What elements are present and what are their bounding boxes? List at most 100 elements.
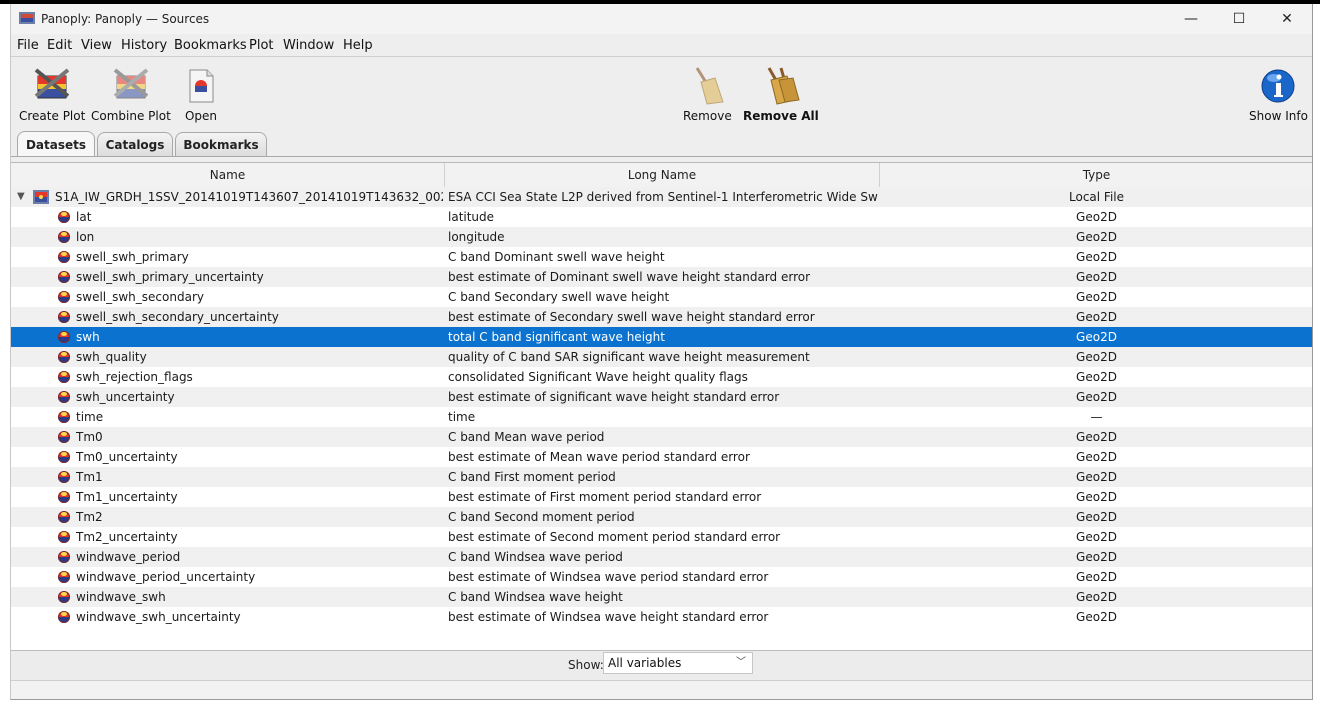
variable-row[interactable]: swh total C band significant wave height G… [11, 327, 1312, 347]
variable-name: windwave_swh [76, 590, 166, 604]
menu-bookmarks[interactable]: Bookmarks [174, 38, 247, 53]
column-header-long-name[interactable]: Long Name [445, 163, 880, 187]
geo-variable-icon [58, 451, 70, 463]
tab-bookmarks[interactable]: Bookmarks [175, 132, 267, 156]
brooms-icon [767, 67, 800, 105]
variable-long-name: best estimate of Windsea wave period sta… [448, 570, 769, 584]
variable-type: Geo2D [1076, 610, 1117, 624]
open-label: Open [184, 109, 218, 123]
tab-datasets[interactable]: Datasets [17, 131, 95, 157]
geo-variable-icon [58, 471, 70, 483]
variable-name: swh_rejection_flags [76, 370, 193, 384]
variable-name: Tm2_uncertainty [76, 530, 178, 544]
dataset-type: Local File [1069, 190, 1124, 204]
variable-long-name: total C band significant wave height [448, 330, 665, 344]
variable-row[interactable]: swh_rejection_flags consolidated Signific… [11, 367, 1312, 387]
tab-catalogs[interactable]: Catalogs [97, 132, 173, 156]
variable-long-name: best estimate of First moment period sta… [448, 490, 762, 504]
column-header-type[interactable]: Type [880, 163, 1312, 187]
minimize-button[interactable]: — [1169, 8, 1213, 30]
menu-plot[interactable]: Plot [249, 38, 274, 53]
show-info-button[interactable]: Show Info [1249, 66, 1308, 123]
variable-row[interactable]: swh_uncertainty best estimate of signific… [11, 387, 1312, 407]
variable-name: swh_uncertainty [76, 390, 175, 404]
panoply-sources-window: Panoply: Panoply — Sources — ☐ ✕ File Ed… [10, 4, 1313, 700]
variable-type: Geo2D [1076, 350, 1117, 364]
remove-all-label: Remove All [743, 109, 819, 123]
menu-window[interactable]: Window [283, 38, 334, 53]
variable-row[interactable]: time time — [11, 407, 1312, 427]
variable-row[interactable]: Tm1 C band First moment period Geo2D [11, 467, 1312, 487]
variable-row[interactable]: Tm2 C band Second moment period Geo2D [11, 507, 1312, 527]
table-header: Name Long Name Type [11, 163, 1312, 188]
variable-row[interactable]: swell_swh_primary_uncertainty best estima… [11, 267, 1312, 287]
status-bar [11, 680, 1312, 699]
geo-variable-icon [58, 571, 70, 583]
menu-file[interactable]: File [17, 38, 39, 53]
variable-long-name: best estimate of Windsea wave height sta… [448, 610, 769, 624]
variable-name: swh [76, 330, 100, 344]
variable-row[interactable]: Tm1_uncertainty best estimate of First mo… [11, 487, 1312, 507]
column-header-name[interactable]: Name [11, 163, 445, 187]
datasets-table[interactable]: Name Long Name Type ▼ S1A_IW_GRDH_1SSV_20… [11, 162, 1312, 651]
variable-row[interactable]: swell_swh_secondary_uncertainty best esti… [11, 307, 1312, 327]
variable-type: Geo2D [1076, 270, 1117, 284]
geo-variable-icon [58, 251, 70, 263]
variable-type: Geo2D [1076, 530, 1117, 544]
variable-type: Geo2D [1076, 290, 1117, 304]
menu-view[interactable]: View [81, 38, 112, 53]
variable-row[interactable]: Tm0 C band Mean wave period Geo2D [11, 427, 1312, 447]
variable-row[interactable]: lat latitude Geo2D [11, 207, 1312, 227]
variable-row[interactable]: swh_quality quality of C band SAR signifi… [11, 347, 1312, 367]
dataset-long-name: ESA CCI Sea State L2P derived from Senti… [448, 190, 878, 204]
variable-row[interactable]: Tm2_uncertainty best estimate of Second m… [11, 527, 1312, 547]
create-plot-icon [34, 68, 70, 99]
show-info-label: Show Info [1249, 109, 1308, 123]
combine-plot-button[interactable]: Combine Plot [91, 66, 171, 123]
variable-name: windwave_swh_uncertainty [76, 610, 241, 624]
remove-all-button[interactable]: Remove All [743, 66, 819, 123]
dataset-file-row[interactable]: ▼ S1A_IW_GRDH_1SSV_20141019T143607_201410… [11, 187, 1312, 207]
variable-long-name: C band Secondary swell wave height [448, 290, 670, 304]
variable-row[interactable]: swell_swh_primary C band Dominant swell w… [11, 247, 1312, 267]
geo-variable-icon [58, 491, 70, 503]
variable-row[interactable]: lon longitude Geo2D [11, 227, 1312, 247]
menu-separator [11, 56, 1312, 57]
variable-name: swell_swh_secondary [76, 290, 204, 304]
variable-row[interactable]: Tm0_uncertainty best estimate of Mean wav… [11, 447, 1312, 467]
variable-type: Geo2D [1076, 210, 1117, 224]
variable-row[interactable]: windwave_swh C band Windsea wave height Ge… [11, 587, 1312, 607]
menu-bar: File Edit View History Bookmarks Plot Wi… [11, 36, 1312, 56]
show-variables-select[interactable]: All variables ﹀ [603, 652, 753, 674]
geo-variable-icon [58, 291, 70, 303]
variable-row[interactable]: windwave_swh_uncertainty best estimate of… [11, 607, 1312, 627]
variable-name: lon [76, 230, 95, 244]
variable-name: Tm1 [76, 470, 103, 484]
variable-long-name: best estimate of Dominant swell wave hei… [448, 270, 811, 284]
tree-expander-icon[interactable]: ▼ [17, 187, 25, 207]
geo-variable-icon [58, 591, 70, 603]
variable-long-name: best estimate of significant wave height… [448, 390, 780, 404]
open-button[interactable]: Open [181, 66, 221, 123]
geo-variable-icon [58, 331, 70, 343]
menu-help[interactable]: Help [343, 38, 373, 53]
create-plot-label: Create Plot [19, 109, 86, 123]
create-plot-button[interactable]: Create Plot [19, 66, 85, 123]
variable-type: Geo2D [1076, 250, 1117, 264]
variable-type: Geo2D [1076, 550, 1117, 564]
variable-row[interactable]: windwave_period C band Windsea wave perio… [11, 547, 1312, 567]
variable-long-name: C band Dominant swell wave height [448, 250, 665, 264]
close-button[interactable]: ✕ [1265, 8, 1309, 30]
variable-type: — [1090, 410, 1103, 424]
menu-edit[interactable]: Edit [47, 38, 72, 53]
geo-variable-icon [58, 531, 70, 543]
variable-type: Geo2D [1076, 590, 1117, 604]
variable-row[interactable]: swell_swh_secondary C band Secondary swel… [11, 287, 1312, 307]
menu-history[interactable]: History [121, 38, 167, 53]
maximize-button[interactable]: ☐ [1217, 8, 1261, 30]
variable-long-name: C band Windsea wave period [448, 550, 623, 564]
remove-button[interactable]: Remove [683, 66, 732, 123]
combine-plot-icon [113, 68, 149, 99]
geo-variable-icon [58, 231, 70, 243]
variable-row[interactable]: windwave_period_uncertainty best estimate… [11, 567, 1312, 587]
